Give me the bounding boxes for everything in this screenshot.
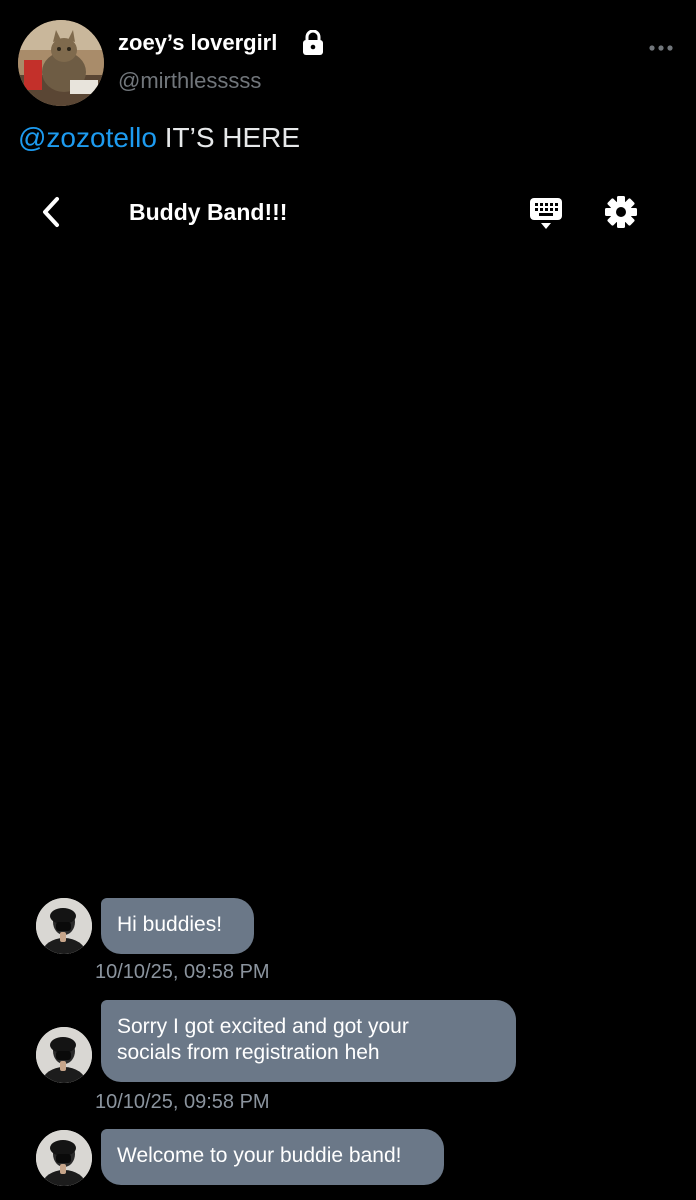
- chevron-left-icon[interactable]: [38, 195, 64, 229]
- chat-header: Buddy Band!!!: [0, 185, 696, 240]
- sender-avatar[interactable]: [36, 1130, 92, 1186]
- post-body: IT’S HERE: [156, 122, 301, 153]
- message-timestamp: 10/10/25, 09:58 PM: [95, 961, 270, 983]
- gear-icon[interactable]: [604, 195, 638, 229]
- post-text: @zozotello IT’S HERE: [18, 122, 300, 154]
- message-timestamp: 10/10/25, 09:58 PM: [95, 1091, 270, 1113]
- message-bubble[interactable]: Sorry I got excited and got your socials…: [101, 1000, 516, 1082]
- post-header: zoey’s lovergirl @mirthlesssss: [18, 20, 678, 110]
- more-horizontal-icon[interactable]: [648, 40, 674, 51]
- keyboard-icon[interactable]: [528, 195, 564, 231]
- lock-icon: [301, 29, 325, 56]
- display-name[interactable]: zoey’s lovergirl: [118, 30, 277, 56]
- avatar[interactable]: [18, 20, 104, 106]
- sender-avatar[interactable]: [36, 898, 92, 954]
- message-bubble[interactable]: Welcome to your buddie band!: [101, 1129, 444, 1185]
- chat-title: Buddy Band!!!: [129, 199, 288, 225]
- message-bubble[interactable]: Hi buddies!: [101, 898, 254, 954]
- handle[interactable]: @mirthlesssss: [118, 68, 261, 94]
- sender-avatar[interactable]: [36, 1027, 92, 1083]
- mention-link[interactable]: @zozotello: [18, 122, 157, 153]
